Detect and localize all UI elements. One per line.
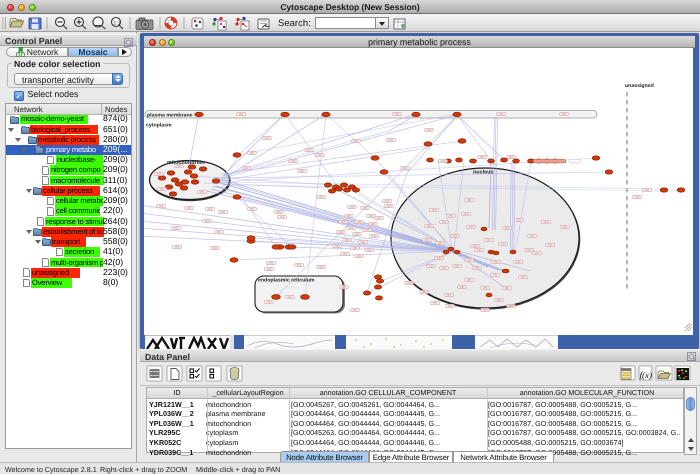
svg-text:1:1: 1:1 bbox=[114, 21, 121, 27]
svg-text:unassigned: unassigned bbox=[625, 83, 654, 89]
svg-text:plasma membrane: plasma membrane bbox=[147, 112, 193, 118]
svg-text:mitochondrion: mitochondrion bbox=[167, 160, 205, 166]
svg-text:f(x): f(x) bbox=[640, 370, 653, 380]
svg-text:endoplasmic reticulum: endoplasmic reticulum bbox=[258, 278, 315, 284]
svg-text:cytoplasm: cytoplasm bbox=[146, 123, 172, 129]
svg-text:nucleus: nucleus bbox=[473, 170, 493, 176]
